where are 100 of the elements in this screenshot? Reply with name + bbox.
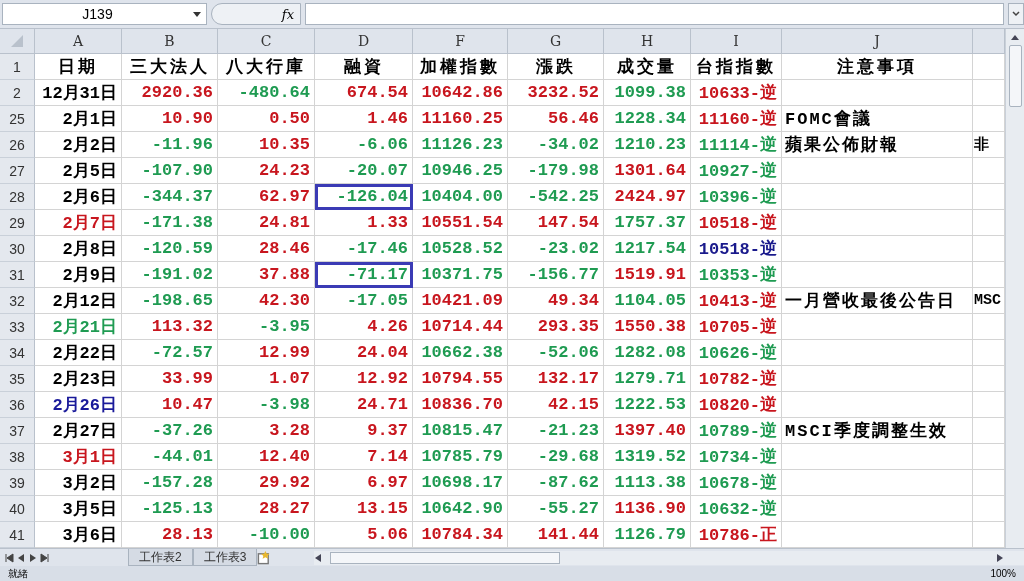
row-header[interactable]: 34 bbox=[0, 340, 35, 366]
zoom-level[interactable]: 100% bbox=[990, 568, 1016, 579]
table-cell: 10353-逆 bbox=[691, 262, 782, 288]
row-header[interactable]: 37 bbox=[0, 418, 35, 444]
row-header[interactable]: 26 bbox=[0, 132, 35, 158]
table-cell: 42.15 bbox=[508, 392, 604, 418]
table-cell: 1319.52 bbox=[604, 444, 691, 470]
table-cell: 113.32 bbox=[122, 314, 218, 340]
table-cell: 1113.38 bbox=[604, 470, 691, 496]
table-cell: 147.54 bbox=[508, 210, 604, 236]
row-header[interactable]: 28 bbox=[0, 184, 35, 210]
scroll-thumb[interactable] bbox=[1008, 45, 1022, 107]
column-header[interactable]: H bbox=[604, 29, 691, 54]
row-header[interactable]: 1 bbox=[0, 54, 35, 80]
vertical-scrollbar[interactable] bbox=[1005, 29, 1024, 548]
insert-sheet-icon[interactable] bbox=[257, 550, 272, 565]
table-cell: 10789-逆 bbox=[691, 418, 782, 444]
table-cell: 6.97 bbox=[315, 470, 413, 496]
row-header[interactable]: 39 bbox=[0, 470, 35, 496]
table-cell: 1.46 bbox=[315, 106, 413, 132]
name-box[interactable]: J139 bbox=[2, 3, 207, 25]
table-cell: -156.77 bbox=[508, 262, 604, 288]
table-cell: 28.27 bbox=[218, 496, 315, 522]
table-cell: 2月27日 bbox=[35, 418, 122, 444]
row-header[interactable]: 25 bbox=[0, 106, 35, 132]
status-text: 就緒 bbox=[8, 566, 28, 581]
scroll-left-arrow-icon[interactable] bbox=[314, 552, 322, 563]
column-header[interactable]: G bbox=[508, 29, 604, 54]
table-cell: -72.57 bbox=[122, 340, 218, 366]
dropdown-caret-icon[interactable] bbox=[192, 9, 202, 19]
table-cell: 10678-逆 bbox=[691, 470, 782, 496]
table-cell: 10.90 bbox=[122, 106, 218, 132]
table-cell: 2月12日 bbox=[35, 288, 122, 314]
column-header[interactable]: C bbox=[218, 29, 315, 54]
column-header[interactable]: D bbox=[315, 29, 413, 54]
scroll-thumb[interactable] bbox=[330, 551, 560, 564]
sheet-tab[interactable]: 工作表3 bbox=[192, 549, 258, 566]
table-cell: -542.25 bbox=[508, 184, 604, 210]
table-cell: 10404.00 bbox=[413, 184, 508, 210]
column-header[interactable]: F bbox=[413, 29, 508, 54]
expand-formula-button[interactable] bbox=[1008, 3, 1024, 25]
table-cell: 56.46 bbox=[508, 106, 604, 132]
formula-input[interactable] bbox=[305, 3, 1004, 25]
table-cell: 10518-逆 bbox=[691, 210, 782, 236]
first-sheet-icon[interactable] bbox=[4, 552, 14, 563]
table-cell: 2月7日 bbox=[35, 210, 122, 236]
row-header[interactable]: 29 bbox=[0, 210, 35, 236]
column-title: 三大法人 bbox=[122, 54, 218, 80]
table-cell: 2月21日 bbox=[35, 314, 122, 340]
table-cell: -107.90 bbox=[122, 158, 218, 184]
row-header[interactable]: 35 bbox=[0, 366, 35, 392]
table-cell: -23.02 bbox=[508, 236, 604, 262]
table-cell: 1301.64 bbox=[604, 158, 691, 184]
table-cell: 28.46 bbox=[218, 236, 315, 262]
table-cell: 12.99 bbox=[218, 340, 315, 366]
row-header[interactable]: 41 bbox=[0, 522, 35, 548]
row-header[interactable]: 31 bbox=[0, 262, 35, 288]
table-cell: -191.02 bbox=[122, 262, 218, 288]
table-cell: FOMC會議 bbox=[782, 106, 973, 132]
row-header[interactable]: 40 bbox=[0, 496, 35, 522]
column-header[interactable]: I bbox=[691, 29, 782, 54]
column-header[interactable]: B bbox=[122, 29, 218, 54]
row-header[interactable]: 38 bbox=[0, 444, 35, 470]
table-cell: -125.13 bbox=[122, 496, 218, 522]
row-header[interactable]: 2 bbox=[0, 80, 35, 106]
table-cell: 13.15 bbox=[315, 496, 413, 522]
row-header[interactable]: 36 bbox=[0, 392, 35, 418]
scroll-up-arrow-icon[interactable] bbox=[1010, 33, 1020, 41]
last-sheet-icon[interactable] bbox=[40, 552, 50, 563]
corner-triangle-icon bbox=[11, 35, 23, 47]
table-cell: 10662.38 bbox=[413, 340, 508, 366]
table-cell: 12.92 bbox=[315, 366, 413, 392]
table-cell: 10642.86 bbox=[413, 80, 508, 106]
table-cell: 1282.08 bbox=[604, 340, 691, 366]
row-header[interactable]: 32 bbox=[0, 288, 35, 314]
column-title: 成交量 bbox=[604, 54, 691, 80]
horizontal-scrollbar[interactable] bbox=[314, 550, 1024, 565]
table-cell: 3.28 bbox=[218, 418, 315, 444]
next-sheet-icon[interactable] bbox=[28, 552, 38, 563]
table-cell: 1217.54 bbox=[604, 236, 691, 262]
scroll-right-arrow-icon[interactable] bbox=[996, 552, 1004, 563]
column-title: 加權指數 bbox=[413, 54, 508, 80]
table-cell: 10396-逆 bbox=[691, 184, 782, 210]
row-header[interactable]: 30 bbox=[0, 236, 35, 262]
column-header[interactable]: J bbox=[782, 29, 973, 54]
table-cell: 2月9日 bbox=[35, 262, 122, 288]
table-cell: 132.17 bbox=[508, 366, 604, 392]
table-cell: MSCI季度調整生效 bbox=[782, 418, 973, 444]
table-cell: 11126.23 bbox=[413, 132, 508, 158]
sheet-tab[interactable]: 工作表2 bbox=[128, 549, 193, 566]
table-cell: 一月營收最後公告日 bbox=[782, 288, 973, 314]
insert-function-button[interactable]: fx bbox=[211, 3, 301, 25]
row-header[interactable]: 27 bbox=[0, 158, 35, 184]
row-header[interactable]: 33 bbox=[0, 314, 35, 340]
table-cell: 293.35 bbox=[508, 314, 604, 340]
column-header[interactable]: A bbox=[35, 29, 122, 54]
table-cell: -21.23 bbox=[508, 418, 604, 444]
table-cell: 1210.23 bbox=[604, 132, 691, 158]
previous-sheet-icon[interactable] bbox=[16, 552, 26, 563]
table-cell: 1228.34 bbox=[604, 106, 691, 132]
